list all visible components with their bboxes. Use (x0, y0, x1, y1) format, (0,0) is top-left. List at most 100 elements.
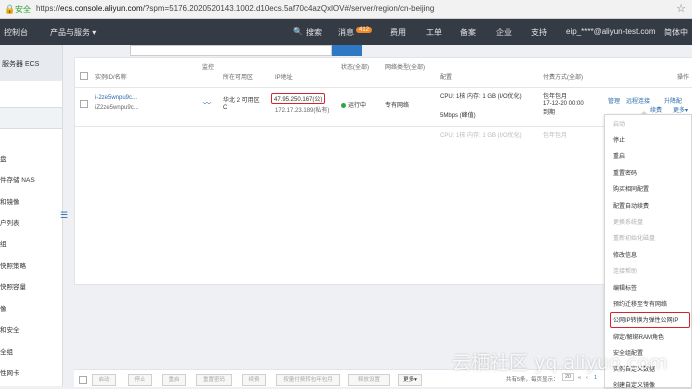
sidebar-header: 服务器 ECS (0, 45, 62, 81)
col-ip: IP地址 (275, 75, 293, 81)
monitor-chart-icon[interactable]: 〰 (203, 98, 211, 109)
sidebar-item-users[interactable]: 户列表 (0, 217, 20, 227)
zone-line1: 华北 2 可用区 (223, 98, 260, 104)
status-running: 运行中 (341, 100, 366, 109)
sidebar-item-eni[interactable]: 性网卡 (0, 367, 20, 377)
col-billing[interactable]: 付费方式(全部) (543, 72, 583, 81)
messages-link[interactable]: 消息 (338, 27, 354, 38)
bulk-select-checkbox[interactable] (79, 376, 87, 384)
upgrade-link[interactable]: 升降配 (664, 96, 682, 105)
network-type: 专有网络 (385, 103, 410, 109)
sidebar-item-image2[interactable]: 像 (0, 303, 7, 313)
url-path: /?spm=5176.2020520143.1002.d10ecs.5af70c… (142, 4, 435, 13)
manage-link[interactable]: 管理 (608, 96, 620, 105)
sidebar-item-security-group[interactable]: 全组 (0, 346, 13, 356)
messages-badge: 412 (356, 27, 373, 33)
page-current[interactable]: 1 (594, 375, 597, 381)
col-network[interactable]: 网络类型(全部) (385, 62, 425, 71)
sidebar-title: 服务器 ECS (2, 61, 40, 68)
sidebar-item-disk[interactable]: 盘 (0, 153, 7, 163)
top-navigation: 控制台 产品与服务 ▾ 🔍 搜索 消息 412 费用 工单 备案 企业 支持 e… (0, 19, 692, 45)
user-account[interactable]: eip_****@aliyun-test.com (566, 27, 656, 36)
instance-table: 实例ID/名称 监控 所在可用区 IP地址 状态(全部) 网络类型(全部) 配置… (74, 57, 692, 285)
more-dropdown-button[interactable]: 更多▾ (673, 105, 688, 114)
bookmark-star-icon[interactable]: ☆ (676, 2, 686, 15)
watermark-text: 云栖社区 yq.aliyun.com (452, 352, 668, 374)
secure-label: 安全 (15, 5, 31, 14)
status-text: 运行中 (348, 103, 367, 109)
pagination-summary: 共有5条，每页显示： (506, 377, 559, 383)
select-all-checkbox[interactable] (80, 72, 88, 80)
menu-item-migrate-vpc[interactable]: 预约迁移至专有网络 (613, 299, 667, 308)
search-icon[interactable]: 🔍 (293, 27, 303, 36)
public-ip: 47.95.250.167(公) (271, 93, 326, 104)
sidebar-collapse-icon[interactable]: ☰ (60, 210, 68, 221)
bulk-renew-button[interactable]: 续费 (242, 374, 266, 386)
menu-item-replace-system-disk: 更换系统盘 (613, 220, 644, 226)
col-instance: 实例ID/名称 (95, 75, 127, 81)
bulk-release-button[interactable]: 释放设置 (348, 374, 390, 386)
menu-item-convert-eip[interactable]: 公网IP转换为弹性公网IP (613, 315, 678, 324)
products-menu[interactable]: 产品与服务 ▾ (50, 27, 96, 38)
bulk-more-button[interactable]: 更多▾ (398, 374, 422, 386)
browser-address-bar[interactable]: 🔒 安全 https://ecs.console.aliyun.com/?spm… (0, 0, 692, 19)
renew-link[interactable]: 续费 (650, 105, 662, 114)
menu-item-stop[interactable]: 停止 (613, 135, 625, 144)
sidebar-item-snapshot-capacity[interactable]: 快照容量 (0, 281, 26, 291)
support-link[interactable]: 支持 (531, 27, 547, 38)
url-prefix: https:// (36, 4, 61, 13)
private-ip: 172.17.23.189(私有) (275, 108, 330, 114)
page-prev-button[interactable]: ‹ (586, 375, 588, 381)
left-sidebar: 服务器 ECS 盘 件存储 NAS 和镜像 户列表 组 快照策略 快照容量 像 … (0, 45, 63, 386)
sidebar-item-group[interactable]: 组 (0, 238, 7, 248)
menu-item-buy-same[interactable]: 购买相同配置 (613, 184, 649, 193)
fees-link[interactable]: 费用 (390, 27, 406, 38)
menu-item-connect-help: 连接帮助 (613, 269, 638, 275)
col-status[interactable]: 状态(全部) (341, 62, 369, 71)
sidebar-item-image[interactable]: 和镜像 (0, 196, 20, 206)
remote-connect-link[interactable]: 远程连接 (626, 96, 650, 105)
billing-type-row2: 包年包月 (543, 133, 568, 139)
menu-item-create-image[interactable]: 创建自定义镜像 (613, 380, 655, 389)
sidebar-selected-item[interactable] (0, 107, 62, 129)
bulk-stop-button[interactable]: 停止 (128, 374, 152, 386)
sidebar-item-snapshot-policy[interactable]: 快照策略 (0, 260, 26, 270)
bulk-restart-button[interactable]: 重启 (162, 374, 186, 386)
bulk-reset-password-button[interactable]: 重置密码 (196, 374, 232, 386)
header-divider (75, 87, 692, 88)
search-link[interactable]: 搜索 (306, 27, 322, 38)
row-checkbox[interactable] (80, 100, 88, 108)
instance-name: iZ2ze5wnpu9c... (95, 105, 139, 111)
config-bandwidth: 5Mbps (峰值) (440, 113, 476, 119)
lock-icon: 🔒 (4, 4, 16, 14)
row-divider (75, 126, 692, 127)
col-config: 配置 (440, 75, 453, 81)
bulk-start-button[interactable]: 启动 (92, 374, 116, 386)
search-input[interactable] (130, 45, 332, 56)
menu-item-auto-renew[interactable]: 配置自动续费 (613, 201, 649, 210)
url-text[interactable]: https://ecs.console.aliyun.com/?spm=5176… (36, 4, 434, 13)
filing-link[interactable]: 备案 (460, 27, 476, 38)
more-actions-menu: 启动 停止 重启 重置密码 购买相同配置 配置自动续费 更换系统盘 重新初始化磁… (604, 114, 692, 389)
tickets-link[interactable]: 工单 (426, 27, 442, 38)
sidebar-item-security[interactable]: 和安全 (0, 324, 20, 334)
language-switch[interactable]: 简体中 (664, 27, 688, 38)
instance-id-link[interactable]: i-2ze5wnpu9c... (95, 95, 137, 101)
col-ops: 操作 (677, 75, 690, 81)
console-link[interactable]: 控制台 (4, 27, 28, 38)
zone-line2: C (223, 105, 228, 111)
page-first-button[interactable]: « (578, 375, 581, 381)
col-zone: 所在可用区 (223, 75, 254, 81)
config-cpu: CPU: 1核 内存: 1 GB (I/O优化) (440, 94, 522, 100)
search-bar (74, 45, 692, 57)
menu-item-restart[interactable]: 重启 (613, 151, 625, 160)
enterprise-link[interactable]: 企业 (496, 27, 512, 38)
search-button[interactable] (332, 45, 362, 56)
sidebar-item-nas[interactable]: 件存储 NAS (0, 174, 35, 184)
menu-item-edit-tags[interactable]: 编辑标签 (613, 283, 637, 292)
menu-item-edit-info[interactable]: 修改信息 (613, 250, 637, 259)
menu-item-reinit-disk: 重新初始化磁盘 (613, 236, 656, 242)
bulk-convert-billing-button[interactable]: 按量付费转包年包月 (276, 374, 340, 386)
menu-item-ram-role[interactable]: 绑定/解绑RAM角色 (613, 332, 664, 341)
menu-item-reset-password[interactable]: 重置密码 (613, 168, 637, 177)
